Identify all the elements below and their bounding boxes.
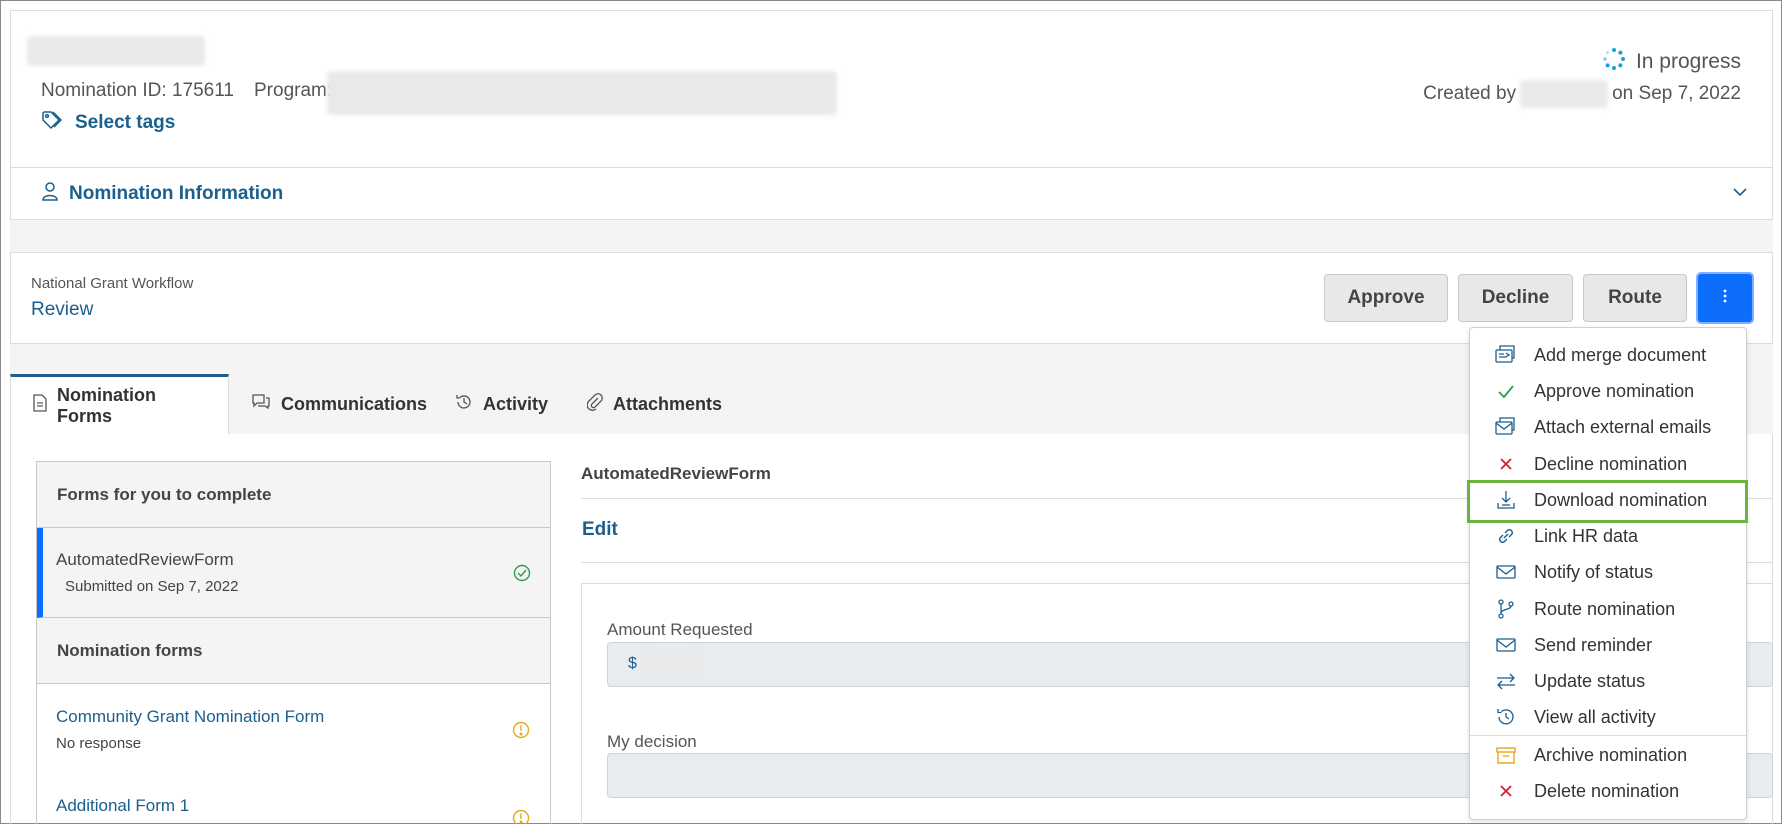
x-icon [1494,452,1518,476]
program-name-redacted [327,71,837,115]
form-title: AutomatedReviewForm [581,464,771,483]
currency-symbol: $ [628,655,637,672]
menu-item-add-merge-document[interactable]: Add merge document [1494,343,1706,367]
menu-item-route-nomination[interactable]: Route nomination [1494,597,1675,621]
menu-item-approve-nomination[interactable]: Approve nomination [1494,379,1694,403]
forms-to-complete-heading: Forms for you to complete [37,462,550,528]
status-indicator: In progress [1602,47,1741,77]
decline-button[interactable]: Decline [1458,274,1573,322]
menu-item-label: Send reminder [1534,634,1653,655]
tab-nomination-forms[interactable]: Nomination Forms [10,374,229,434]
menu-item-label: Decline nomination [1534,453,1688,474]
select-tags-link[interactable]: Select tags [41,110,175,136]
menu-item-label: Link HR data [1534,525,1639,546]
paperclip-icon [586,392,603,416]
menu-item-update-status[interactable]: Update status [1494,669,1645,693]
tab-attachments[interactable]: Attachments [565,374,744,434]
more-actions-button[interactable] [1696,272,1754,324]
nomination-forms-heading: Nomination forms [37,618,550,684]
menu-separator [1470,735,1746,736]
tab-activity[interactable]: Activity [433,374,570,434]
program-label: Program: [254,80,333,101]
envelope-icon [1494,560,1518,584]
warning-circle-icon [512,721,530,744]
chat-icon [251,393,271,416]
menu-item-label: Route nomination [1534,598,1676,619]
spinner-icon [1602,47,1626,77]
created-suffix: on Sep 7, 2022 [1612,83,1741,104]
chevron-down-icon [1730,182,1750,207]
form-name: AutomatedReviewForm [56,550,234,569]
menu-item-label: Delete nomination [1534,780,1680,801]
route-button[interactable]: Route [1583,274,1687,322]
tags-icon [41,110,65,136]
menu-item-notify-of-status[interactable]: Notify of status [1494,560,1653,584]
my-decision-label: My decision [607,732,697,751]
tab-label: Nomination Forms [57,384,156,426]
tab-label: Communications [281,393,428,414]
select-tags-label: Select tags [75,112,176,133]
vertical-ellipsis-icon [1722,288,1728,309]
approve-button[interactable]: Approve [1324,274,1448,322]
section-spacer [10,220,1773,252]
menu-item-attach-external-emails[interactable]: Attach external emails [1494,415,1711,439]
menu-item-label: Notify of status [1534,561,1654,582]
archive-icon [1494,743,1518,767]
selected-form-item[interactable]: AutomatedReviewForm Submitted on Sep 7, … [37,528,550,618]
menu-item-delete-nomination[interactable]: Delete nomination [1494,779,1679,803]
menu-item-label: Update status [1534,670,1646,691]
tab-label: Attachments [613,393,723,414]
check-icon [1494,379,1518,403]
route-icon [1494,597,1518,621]
envelope-icon [1494,633,1518,657]
menu-item-label: Attach external emails [1534,416,1712,437]
menu-item-decline-nomination[interactable]: Decline nomination [1494,452,1687,476]
menu-item-label: Archive nomination [1534,744,1688,765]
nomination-information-toggle[interactable]: Nomination Information [10,167,1773,220]
amount-value-redacted [646,651,698,679]
person-icon [41,181,59,206]
menu-item-label: Add merge document [1534,344,1707,365]
history-icon [1494,705,1518,729]
menu-item-archive-nomination[interactable]: Archive nomination [1494,743,1687,767]
menu-item-view-all-activity[interactable]: View all activity [1494,705,1656,729]
swap-arrows-icon [1494,669,1518,693]
tab-label: Activity [483,393,549,414]
document-icon [33,394,47,417]
history-icon [455,393,473,416]
merge-document-icon [1494,343,1518,367]
nomination-id: Nomination ID: 175611 [41,80,234,101]
menu-item-send-reminder[interactable]: Send reminder [1494,633,1652,657]
created-prefix: Created by [1423,83,1517,104]
nominee-name-redacted [27,36,205,66]
status-text: In progress [1635,50,1741,73]
edit-form-link[interactable]: Edit [582,519,618,541]
form-submitted-date: Submitted on Sep 7, 2022 [65,578,239,595]
warning-circle-icon [512,809,530,824]
menu-item-label: Approve nomination [1534,380,1695,401]
menu-item-link-hr-data[interactable]: Link HR data [1494,524,1638,548]
form-link-additional-form-1[interactable]: Additional Form 1 [56,796,189,816]
attach-email-icon [1494,415,1518,439]
tab-communications[interactable]: Communications [229,374,449,434]
menu-item-label: View all activity [1534,706,1656,727]
creator-name-redacted [1520,80,1609,108]
highlight-box [1467,480,1748,523]
check-circle-icon [513,564,531,587]
amount-requested-label: Amount Requested [607,620,753,639]
form-link-community-grant[interactable]: Community Grant Nomination Form [56,707,324,727]
workflow-stage: Review [31,299,94,320]
nomination-information-label: Nomination Information [69,182,284,204]
form-response-status: No response [56,735,142,752]
workflow-name: National Grant Workflow [31,275,194,292]
created-by: Created by on Sep 7, 2022 [1423,80,1741,108]
x-icon [1494,779,1518,803]
link-icon [1494,524,1518,548]
